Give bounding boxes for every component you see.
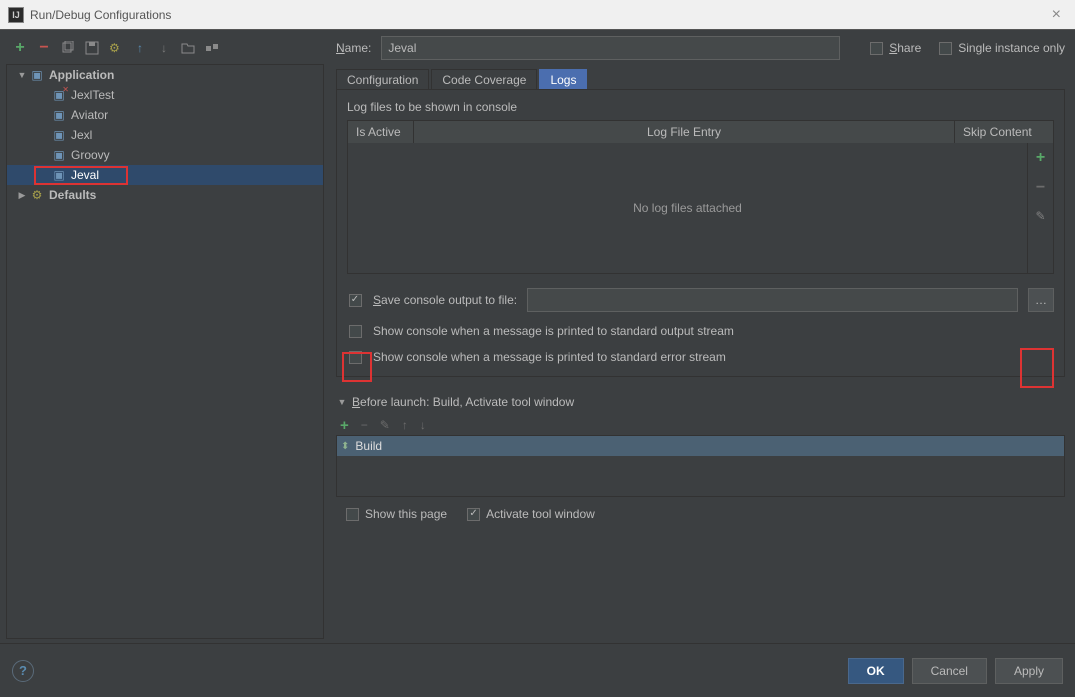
checkbox-icon [467, 508, 480, 521]
tree-label: Application [49, 68, 114, 82]
tree-item-jexltest[interactable]: ▣✕ JexlTest [7, 85, 323, 105]
show-this-page-label: Show this page [365, 507, 447, 521]
move-up-icon[interactable]: ↑ [132, 40, 148, 56]
col-is-active[interactable]: Is Active [348, 121, 414, 143]
tree-item-jexl[interactable]: ▣ Jexl [7, 125, 323, 145]
tree-item-groovy[interactable]: ▣ Groovy [7, 145, 323, 165]
before-launch-toolbar: + − ✎ ↑ ↓ [336, 415, 1065, 435]
tree-item-jeval[interactable]: ▣ Jeval [7, 165, 323, 185]
show-stderr-checkbox[interactable] [349, 351, 362, 364]
expand-icon[interactable]: ▼ [15, 70, 29, 80]
checkbox-icon [346, 508, 359, 521]
edit-log-icon[interactable]: ✎ [1035, 209, 1045, 223]
help-icon[interactable]: ? [12, 660, 34, 682]
config-toolbar: + − ⚙ ↑ ↓ [6, 36, 324, 60]
left-panel: + − ⚙ ↑ ↓ ▼ ▣ Application ▣✕ JexlTest ▣ … [0, 30, 328, 643]
save-output-label: Save console output to file: [373, 293, 517, 307]
apply-button[interactable]: Apply [995, 658, 1063, 684]
before-launch-section: ▼ Before launch: Build, Activate tool wi… [336, 395, 1065, 521]
col-log-file-entry[interactable]: Log File Entry [414, 121, 955, 143]
activate-tool-label: Activate tool window [486, 507, 595, 521]
checkbox-icon [939, 42, 952, 55]
tree-label: Groovy [71, 148, 110, 162]
collapse-icon[interactable] [204, 40, 220, 56]
add-log-icon[interactable]: + [1036, 149, 1045, 167]
right-panel: Name: Share Single instance only Configu… [328, 30, 1075, 643]
run-config-icon: ▣ [51, 148, 67, 162]
single-instance-label: Single instance only [958, 41, 1065, 55]
run-config-icon: ▣ [51, 128, 67, 142]
move-task-up-icon[interactable]: ↑ [402, 418, 408, 432]
save-output-checkbox[interactable] [349, 294, 362, 307]
copy-config-icon[interactable] [60, 40, 76, 56]
tree-label: Jeval [71, 168, 99, 182]
col-skip-content[interactable]: Skip Content [955, 121, 1053, 143]
tree-label: Defaults [49, 188, 96, 202]
share-checkbox[interactable]: Share [870, 41, 921, 55]
footer: ? OK Cancel Apply [0, 643, 1075, 697]
show-stderr-label: Show console when a message is printed t… [373, 350, 726, 364]
before-launch-list: ⬍ Build [336, 435, 1065, 497]
add-config-icon[interactable]: + [12, 40, 28, 56]
remove-task-icon[interactable]: − [361, 418, 368, 432]
config-tree: ▼ ▣ Application ▣✕ JexlTest ▣ Aviator ▣ … [6, 64, 324, 639]
ok-button[interactable]: OK [848, 658, 904, 684]
run-config-icon: ▣✕ [51, 88, 67, 102]
move-task-down-icon[interactable]: ↓ [420, 418, 426, 432]
tree-label: Aviator [71, 108, 108, 122]
tabs: Configuration Code Coverage Logs [336, 68, 1065, 89]
tree-node-defaults[interactable]: ▶ ⚙ Defaults [7, 185, 323, 205]
folder-icon[interactable] [180, 40, 196, 56]
tree-node-application[interactable]: ▼ ▣ Application [7, 65, 323, 85]
add-task-icon[interactable]: + [340, 417, 349, 434]
build-icon: ⬍ [341, 441, 349, 452]
before-launch-item-build[interactable]: ⬍ Build [337, 436, 1064, 456]
name-label: Name: [336, 41, 371, 55]
activate-tool-checkbox[interactable]: Activate tool window [467, 507, 595, 521]
tree-label: JexlTest [71, 88, 114, 102]
move-down-icon[interactable]: ↓ [156, 40, 172, 56]
browse-button[interactable]: … [1028, 288, 1054, 312]
titlebar: IJ Run/Debug Configurations × [0, 0, 1075, 30]
tab-configuration[interactable]: Configuration [336, 69, 429, 90]
close-icon[interactable]: × [1046, 6, 1067, 24]
tree-item-aviator[interactable]: ▣ Aviator [7, 105, 323, 125]
app-icon: IJ [8, 7, 24, 23]
run-config-icon: ▣ [51, 168, 67, 182]
remove-log-icon[interactable]: − [1036, 179, 1045, 197]
save-config-icon[interactable] [84, 40, 100, 56]
log-table: Is Active Log File Entry Skip Content No… [347, 120, 1054, 274]
name-input[interactable] [381, 36, 840, 60]
show-stdout-checkbox[interactable] [349, 325, 362, 338]
before-launch-header[interactable]: ▼ Before launch: Build, Activate tool wi… [336, 395, 1065, 409]
logs-panel: Log files to be shown in console Is Acti… [336, 89, 1065, 377]
log-table-header: Is Active Log File Entry Skip Content [348, 121, 1053, 143]
tab-logs[interactable]: Logs [539, 69, 587, 90]
cancel-button[interactable]: Cancel [912, 658, 987, 684]
show-this-page-checkbox[interactable]: Show this page [346, 507, 447, 521]
show-stdout-label: Show console when a message is printed t… [373, 324, 734, 338]
edit-task-icon[interactable]: ✎ [380, 418, 390, 432]
window-title: Run/Debug Configurations [30, 8, 1046, 22]
collapse-icon[interactable]: ▼ [336, 397, 348, 407]
tab-code-coverage[interactable]: Code Coverage [431, 69, 537, 90]
log-table-sidebar: + − ✎ [1027, 143, 1053, 273]
checkbox-icon [870, 42, 883, 55]
tree-label: Jexl [71, 128, 92, 142]
log-table-empty: No log files attached [348, 143, 1027, 273]
single-instance-checkbox[interactable]: Single instance only [939, 41, 1065, 55]
remove-config-icon[interactable]: − [36, 40, 52, 56]
build-label: Build [355, 439, 382, 453]
run-config-icon: ▣ [51, 108, 67, 122]
svg-text:⚙: ⚙ [109, 41, 120, 55]
logs-panel-title: Log files to be shown in console [347, 100, 1054, 114]
save-output-path-input[interactable] [527, 288, 1018, 312]
gear-icon: ⚙ [29, 188, 45, 202]
settings-icon[interactable]: ⚙ [108, 40, 124, 56]
application-icon: ▣ [29, 68, 45, 82]
expand-icon[interactable]: ▶ [15, 190, 29, 201]
